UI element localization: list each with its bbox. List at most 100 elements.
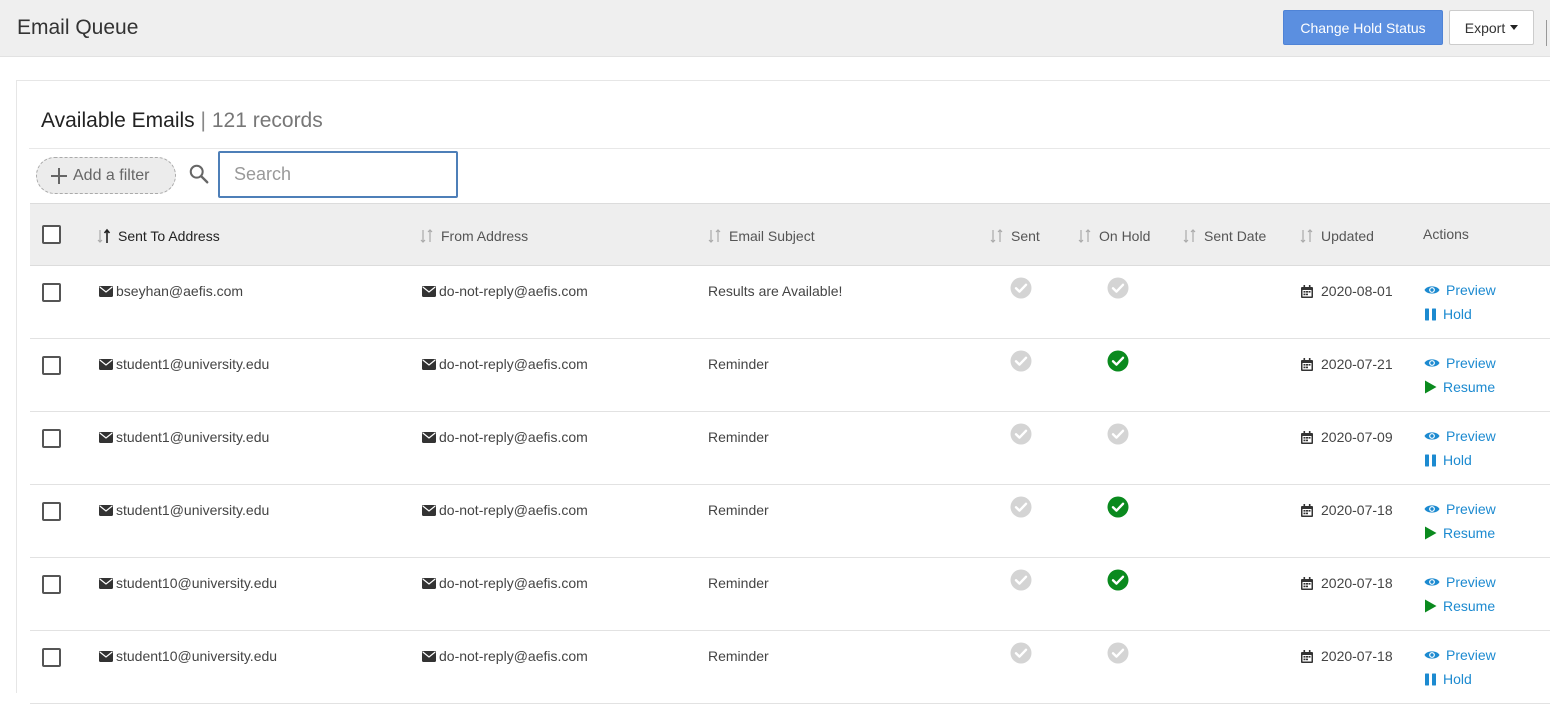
sent-status-icon (1010, 569, 1032, 591)
sort-icon (990, 229, 1003, 243)
row-checkbox[interactable] (42, 356, 61, 375)
column-label: Sent Date (1204, 228, 1267, 244)
column-label: Sent (1011, 228, 1040, 244)
column-header-actions: Actions (1423, 226, 1469, 242)
eye-icon (1424, 284, 1440, 296)
preview-link[interactable]: Preview (1424, 282, 1496, 298)
column-header-from[interactable]: From Address (419, 226, 528, 246)
panel-title: Available Emails (41, 109, 195, 132)
play-icon (1424, 526, 1437, 540)
sent-to-cell: bseyhan@aefis.com (99, 283, 243, 299)
calendar-icon (1301, 576, 1318, 590)
updated-cell: 2020-07-21 (1301, 356, 1393, 372)
updated-date: 2020-07-18 (1321, 575, 1393, 591)
subject-cell: Reminder (708, 356, 769, 372)
from-address: do-not-reply@aefis.com (439, 429, 588, 445)
row-checkbox[interactable] (42, 283, 61, 302)
sent-to-cell: student1@university.edu (99, 429, 269, 445)
row-checkbox[interactable] (42, 575, 61, 594)
search-input[interactable] (218, 151, 458, 198)
play-icon (1424, 599, 1437, 613)
emails-panel: Available Emails | 121 records Add a fil… (16, 80, 1550, 704)
email-subject: Reminder (708, 648, 769, 664)
column-header-subject[interactable]: Email Subject (707, 226, 815, 246)
resume-label: Resume (1443, 525, 1496, 541)
updated-date: 2020-07-18 (1321, 502, 1393, 518)
sent-to-address: student1@university.edu (116, 502, 270, 518)
envelope-icon (99, 285, 113, 297)
envelope-icon (99, 431, 113, 443)
updated-cell: 2020-07-18 (1301, 575, 1393, 591)
resume-link[interactable]: Resume (1424, 598, 1495, 614)
eye-icon (1424, 357, 1440, 369)
column-label: Updated (1321, 228, 1374, 244)
hold-label: Hold (1443, 671, 1472, 687)
table-header: Sent To Address From Address Email Subje… (30, 203, 1550, 266)
pause-icon (1424, 308, 1437, 321)
column-header-updated[interactable]: Updated (1299, 226, 1374, 246)
preview-link[interactable]: Preview (1424, 501, 1496, 517)
row-checkbox[interactable] (42, 502, 61, 521)
from-cell: do-not-reply@aefis.com (422, 575, 588, 591)
column-header-on-hold[interactable]: On Hold (1077, 226, 1150, 246)
hold-link[interactable]: Hold (1424, 452, 1472, 468)
subject-cell: Reminder (708, 648, 769, 664)
column-label: Email Subject (729, 228, 815, 244)
table-row: student1@university.edu do-not-reply@aefi… (30, 412, 1550, 485)
column-header-sent-date[interactable]: Sent Date (1182, 226, 1266, 246)
change-hold-status-button[interactable]: Change Hold Status (1283, 10, 1443, 45)
preview-link[interactable]: Preview (1424, 428, 1496, 444)
edge-divider (1546, 20, 1550, 46)
preview-label: Preview (1446, 574, 1496, 590)
heading-separator: | (200, 109, 206, 132)
preview-label: Preview (1446, 428, 1496, 444)
resume-label: Resume (1443, 598, 1496, 614)
hold-label: Hold (1443, 452, 1472, 468)
page-title: Email Queue (17, 16, 139, 39)
select-all-checkbox[interactable] (42, 225, 61, 244)
table-row: student1@university.edu do-not-reply@aefi… (30, 485, 1550, 558)
on-hold-status-icon (1107, 277, 1129, 299)
preview-link[interactable]: Preview (1424, 574, 1496, 590)
export-dropdown-button[interactable]: Export (1449, 10, 1534, 45)
on-hold-status-icon (1107, 350, 1129, 372)
resume-link[interactable]: Resume (1424, 525, 1495, 541)
subject-cell: Reminder (708, 429, 769, 445)
column-header-sent[interactable]: Sent (989, 226, 1040, 246)
envelope-icon (422, 285, 436, 297)
top-bar: Email Queue Change Hold Status Export (0, 0, 1550, 57)
heading-divider (29, 148, 1550, 149)
hold-link[interactable]: Hold (1424, 306, 1472, 322)
add-filter-button[interactable]: Add a filter (36, 157, 176, 194)
panel-heading: Available Emails | 121 records (41, 109, 323, 133)
column-header-sent-to[interactable]: Sent To Address (96, 226, 220, 246)
from-address: do-not-reply@aefis.com (439, 575, 588, 591)
sort-icon (708, 229, 721, 243)
from-cell: do-not-reply@aefis.com (422, 502, 588, 518)
sort-icon (420, 229, 433, 243)
resume-link[interactable]: Resume (1424, 379, 1495, 395)
preview-link[interactable]: Preview (1424, 647, 1496, 663)
pause-icon (1424, 454, 1437, 467)
calendar-icon (1301, 430, 1318, 444)
envelope-icon (99, 358, 113, 370)
play-icon (1424, 380, 1437, 394)
on-hold-status-icon (1107, 569, 1129, 591)
search-icon[interactable] (188, 163, 210, 185)
updated-cell: 2020-07-18 (1301, 648, 1393, 664)
email-subject: Reminder (708, 502, 769, 518)
row-checkbox[interactable] (42, 429, 61, 448)
sort-ascending-icon (97, 228, 111, 243)
row-checkbox[interactable] (42, 648, 61, 667)
preview-label: Preview (1446, 282, 1496, 298)
preview-link[interactable]: Preview (1424, 355, 1496, 371)
updated-cell: 2020-07-09 (1301, 429, 1393, 445)
subject-cell: Reminder (708, 575, 769, 591)
sort-icon (1183, 229, 1196, 243)
sent-to-address: student1@university.edu (116, 356, 270, 372)
hold-link[interactable]: Hold (1424, 671, 1472, 687)
from-address: do-not-reply@aefis.com (439, 356, 588, 372)
sent-to-cell: student1@university.edu (99, 502, 269, 518)
export-label: Export (1464, 19, 1506, 36)
envelope-icon (422, 577, 436, 589)
